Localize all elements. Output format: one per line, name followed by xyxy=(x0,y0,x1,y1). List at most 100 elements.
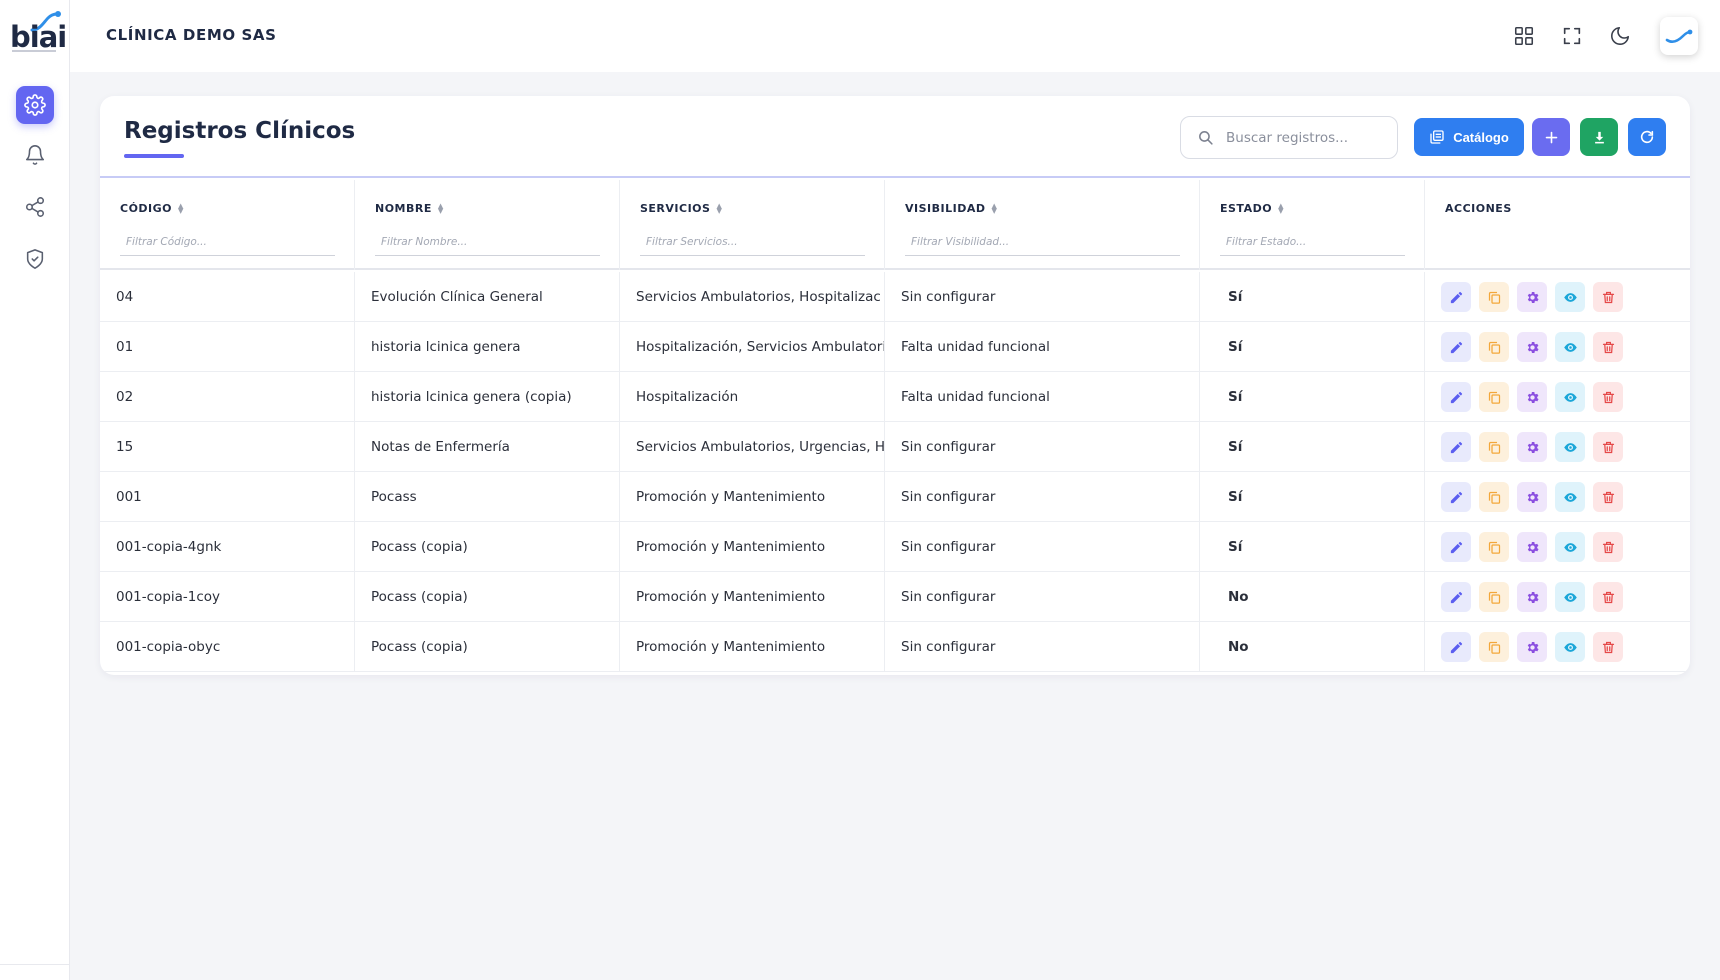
cell-acciones xyxy=(1425,472,1690,522)
sidebar-item-settings[interactable] xyxy=(16,86,54,124)
logo-tagline xyxy=(12,50,56,52)
duplicate-button[interactable] xyxy=(1479,432,1509,462)
cell-acciones xyxy=(1425,272,1690,322)
search-input[interactable] xyxy=(1226,129,1376,146)
servicios-text: Servicios Ambulatorios, Urgencias, H xyxy=(636,439,885,455)
view-button[interactable] xyxy=(1555,432,1585,462)
user-avatar[interactable] xyxy=(1660,17,1698,55)
filter-visibilidad[interactable] xyxy=(905,230,1180,256)
cell-visibilidad: Sin configurar xyxy=(885,572,1200,622)
table-row[interactable]: 001-copia-1coy Pocass (copia) Promoción … xyxy=(100,572,1690,622)
configure-button[interactable] xyxy=(1517,282,1547,312)
download-button[interactable] xyxy=(1580,118,1618,156)
sidebar: biai xyxy=(0,0,70,980)
configure-button[interactable] xyxy=(1517,532,1547,562)
copy-icon xyxy=(1488,641,1500,654)
column-servicios: SERVICIOS ▲ ▼ xyxy=(620,180,885,270)
estado-text: Sí xyxy=(1228,289,1243,305)
table-row[interactable]: 001 Pocass Promoción y Mantenimiento Sin… xyxy=(100,472,1690,522)
nombre-text: historia lcinica genera xyxy=(371,339,521,355)
cell-codigo: 001-copia-1coy xyxy=(100,572,355,622)
view-button[interactable] xyxy=(1555,282,1585,312)
delete-button[interactable] xyxy=(1593,632,1623,662)
table-row[interactable]: 01 historia lcinica genera Hospitalizaci… xyxy=(100,322,1690,372)
edit-button[interactable] xyxy=(1441,382,1471,412)
duplicate-button[interactable] xyxy=(1479,582,1509,612)
apps-grid-button[interactable] xyxy=(1508,20,1540,52)
duplicate-button[interactable] xyxy=(1479,382,1509,412)
sidebar-item-security[interactable] xyxy=(16,240,54,278)
sort-servicios[interactable]: SERVICIOS ▲ ▼ xyxy=(640,202,722,215)
filter-input[interactable] xyxy=(905,230,1180,254)
delete-button[interactable] xyxy=(1593,382,1623,412)
view-button[interactable] xyxy=(1555,382,1585,412)
table-row[interactable]: 001-copia-obyc Pocass (copia) Promoción … xyxy=(100,622,1690,672)
edit-button[interactable] xyxy=(1441,332,1471,362)
fullscreen-button[interactable] xyxy=(1556,20,1588,52)
configure-button[interactable] xyxy=(1517,432,1547,462)
catalog-button[interactable]: Catálogo xyxy=(1414,118,1524,156)
sidebar-item-notifications[interactable] xyxy=(16,136,54,174)
configure-button[interactable] xyxy=(1517,632,1547,662)
filter-input[interactable] xyxy=(120,230,335,254)
duplicate-button[interactable] xyxy=(1479,482,1509,512)
card-header: Registros Clínicos Catálogo xyxy=(100,96,1690,178)
visibilidad-text: Sin configurar xyxy=(901,589,996,605)
configure-button[interactable] xyxy=(1517,482,1547,512)
add-record-button[interactable] xyxy=(1532,118,1570,156)
edit-button[interactable] xyxy=(1441,482,1471,512)
delete-button[interactable] xyxy=(1593,482,1623,512)
edit-button[interactable] xyxy=(1441,532,1471,562)
delete-button[interactable] xyxy=(1593,282,1623,312)
search-box[interactable] xyxy=(1180,116,1398,159)
duplicate-button[interactable] xyxy=(1479,632,1509,662)
sort-nombre[interactable]: NOMBRE ▲ ▼ xyxy=(375,202,444,215)
dark-mode-toggle[interactable] xyxy=(1604,20,1636,52)
configure-button[interactable] xyxy=(1517,582,1547,612)
filter-servicios[interactable] xyxy=(640,230,865,256)
view-button[interactable] xyxy=(1555,332,1585,362)
table-row[interactable]: 15 Notas de Enfermería Servicios Ambulat… xyxy=(100,422,1690,472)
filter-codigo[interactable] xyxy=(120,230,335,256)
view-button[interactable] xyxy=(1555,582,1585,612)
edit-button[interactable] xyxy=(1441,282,1471,312)
sidebar-item-share[interactable] xyxy=(16,188,54,226)
table-row[interactable]: 02 historia lcinica genera (copia) Hospi… xyxy=(100,372,1690,422)
brand-logo[interactable]: biai xyxy=(8,10,67,56)
eye-icon xyxy=(1563,442,1577,452)
duplicate-button[interactable] xyxy=(1479,332,1509,362)
cell-acciones xyxy=(1425,372,1690,422)
cell-nombre: Pocass (copia) xyxy=(355,622,620,672)
duplicate-button[interactable] xyxy=(1479,282,1509,312)
delete-button[interactable] xyxy=(1593,532,1623,562)
eye-icon xyxy=(1563,342,1577,352)
sort-visibilidad[interactable]: VISIBILIDAD ▲ ▼ xyxy=(905,202,997,215)
delete-button[interactable] xyxy=(1593,432,1623,462)
delete-button[interactable] xyxy=(1593,332,1623,362)
edit-button[interactable] xyxy=(1441,582,1471,612)
filter-input[interactable] xyxy=(1220,230,1405,254)
plus-icon xyxy=(1545,131,1557,143)
configure-button[interactable] xyxy=(1517,332,1547,362)
filter-input[interactable] xyxy=(640,230,865,254)
table-row[interactable]: 04 Evolución Clínica General Servicios A… xyxy=(100,272,1690,322)
filter-nombre[interactable] xyxy=(375,230,600,256)
table-row[interactable]: 001-copia-4gnk Pocass (copia) Promoción … xyxy=(100,522,1690,572)
view-button[interactable] xyxy=(1555,632,1585,662)
sort-codigo[interactable]: CÓDIGO ▲ ▼ xyxy=(120,202,184,215)
edit-button[interactable] xyxy=(1441,632,1471,662)
visibilidad-text: Sin configurar xyxy=(901,289,996,305)
sort-estado[interactable]: ESTADO ▲ ▼ xyxy=(1220,202,1284,215)
edit-button[interactable] xyxy=(1441,432,1471,462)
edit-icon xyxy=(1450,591,1462,603)
cell-servicios: Promoción y Mantenimiento xyxy=(620,622,885,672)
duplicate-button[interactable] xyxy=(1479,532,1509,562)
view-button[interactable] xyxy=(1555,532,1585,562)
delete-button[interactable] xyxy=(1593,582,1623,612)
configure-button[interactable] xyxy=(1517,382,1547,412)
filter-input[interactable] xyxy=(375,230,600,254)
search-icon xyxy=(1199,131,1213,145)
refresh-button[interactable] xyxy=(1628,118,1666,156)
filter-estado[interactable] xyxy=(1220,230,1405,256)
view-button[interactable] xyxy=(1555,482,1585,512)
